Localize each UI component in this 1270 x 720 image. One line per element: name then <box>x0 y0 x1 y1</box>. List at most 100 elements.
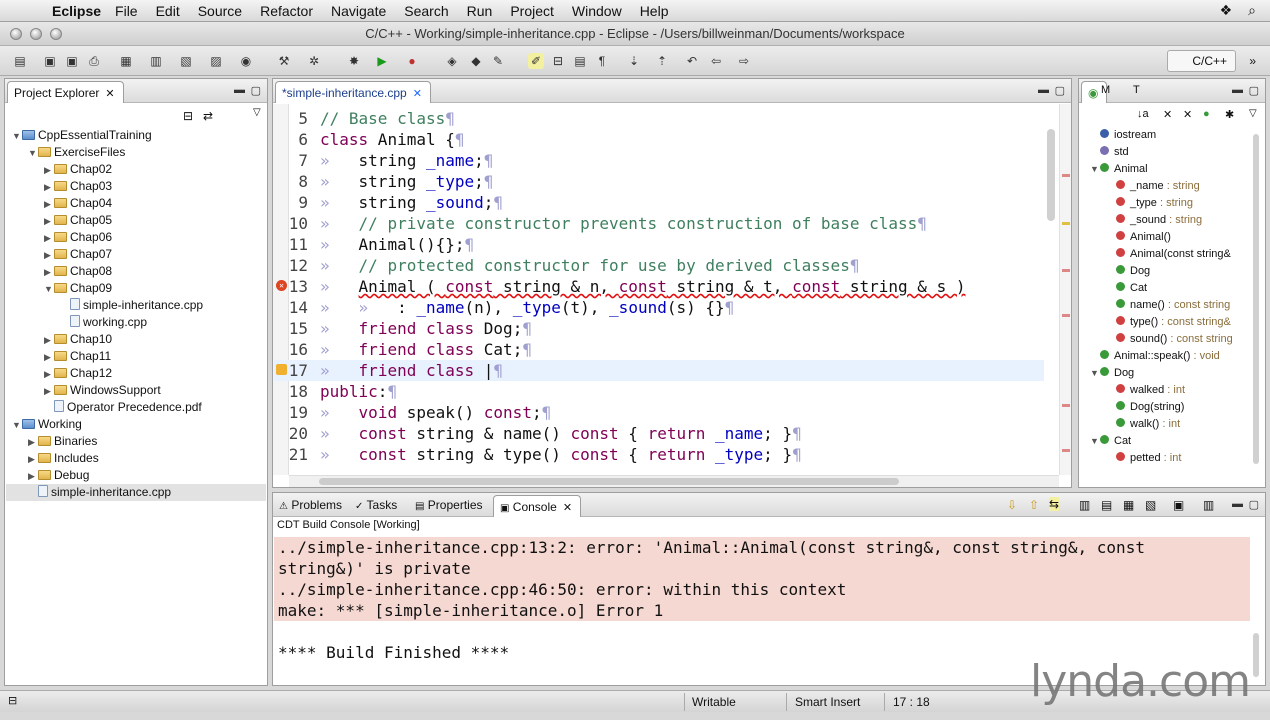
menu-project[interactable]: Project <box>510 3 554 19</box>
outline-item[interactable]: petted : int <box>1106 450 1181 467</box>
show-whitespace-icon[interactable]: ¶ <box>594 53 610 69</box>
outline-item[interactable]: _sound : string <box>1106 212 1202 229</box>
maximize-icon[interactable]: ▢ <box>251 84 261 97</box>
menu-run[interactable]: Run <box>467 3 493 19</box>
sort-icon[interactable]: ↓a <box>1137 108 1149 120</box>
back-icon[interactable]: ⇦ <box>708 53 724 69</box>
editor-vscrollbar[interactable] <box>1047 129 1055 221</box>
tree-item[interactable]: ▶ Chap12 <box>44 365 112 382</box>
chevron-right-icon[interactable]: ▶ <box>44 179 54 196</box>
open-console-icon[interactable]: ▥ <box>1203 498 1214 512</box>
warning-marker[interactable] <box>1062 222 1070 225</box>
maximize-icon[interactable]: ▢ <box>1249 84 1259 97</box>
forward-icon[interactable]: ⇨ <box>736 53 752 69</box>
chevron-down-icon[interactable]: ▼ <box>12 417 22 434</box>
app-menu[interactable]: Eclipse <box>52 3 101 19</box>
outline-item[interactable]: Cat <box>1106 280 1147 297</box>
display-console-icon[interactable]: ▣ <box>1173 498 1184 512</box>
error-icon[interactable]: ✕ <box>276 280 287 291</box>
hscroll-thumb[interactable] <box>319 478 899 485</box>
next-annotation-icon[interactable]: ⇣ <box>626 53 642 69</box>
outline-scrollbar[interactable] <box>1253 134 1259 464</box>
save-all-icon[interactable]: ▣ <box>64 53 80 69</box>
new-folder-icon[interactable]: ▧ <box>178 53 194 69</box>
link-editor-icon[interactable]: ⇄ <box>203 109 213 123</box>
outline-item[interactable]: ▼ Cat <box>1090 433 1131 450</box>
print-icon[interactable]: ⎙ <box>86 53 102 69</box>
save-icon[interactable]: ▣ <box>42 53 58 69</box>
tree-item[interactable]: working.cpp <box>60 314 147 331</box>
outline-item[interactable]: iostream <box>1090 127 1156 144</box>
tab-make-targets[interactable]: M <box>1101 84 1110 96</box>
code-line[interactable]: 9 » string _sound;¶ <box>274 192 1044 213</box>
scroll-up-icon[interactable]: ⇧ <box>1029 498 1039 512</box>
chevron-down-icon[interactable]: ▼ <box>1090 365 1100 382</box>
menu-search[interactable]: Search <box>404 3 448 19</box>
code-line[interactable]: 18 public:¶ <box>274 381 1044 402</box>
maximize-icon[interactable]: ▢ <box>1055 84 1065 97</box>
debug-icon[interactable]: ✸ <box>346 53 362 69</box>
chevron-down-icon[interactable]: ▼ <box>28 145 38 162</box>
menu-help[interactable]: Help <box>640 3 669 19</box>
code-line[interactable]: 11 » Animal(){};¶ <box>274 234 1044 255</box>
outline-item[interactable]: Dog <box>1106 263 1150 280</box>
tree-item[interactable]: ▶ Chap07 <box>44 246 112 263</box>
hide-static-icon[interactable]: ✕ <box>1183 108 1192 121</box>
tree-item[interactable]: Operator Precedence.pdf <box>44 399 202 416</box>
code-line[interactable]: 21 » const string & type() const { return… <box>274 444 1044 465</box>
code-line[interactable]: 14 » » : _name(n), _type(t), _sound(s) {}… <box>274 297 1044 318</box>
code-line[interactable]: ✕ 13» Animal ( const string & n, const st… <box>274 276 1044 297</box>
chevron-right-icon[interactable]: ▶ <box>28 434 38 451</box>
menu-edit[interactable]: Edit <box>156 3 180 19</box>
chevron-right-icon[interactable]: ▶ <box>44 264 54 281</box>
code-line[interactable]: 15 » friend class Dog;¶ <box>274 318 1044 339</box>
error-marker[interactable] <box>1062 174 1070 177</box>
chevron-right-icon[interactable]: ▶ <box>44 230 54 247</box>
build-icon[interactable]: ▦ <box>118 53 134 69</box>
tree-item[interactable]: ▶ Chap08 <box>44 263 112 280</box>
minimize-icon[interactable]: ▬ <box>1232 498 1243 510</box>
view-menu-icon[interactable]: ▽ <box>253 107 261 118</box>
outline-item[interactable]: walk() : int <box>1106 416 1180 433</box>
outline-item[interactable]: ▼ Animal <box>1090 161 1148 178</box>
clear-console-icon[interactable]: ▦ <box>1123 498 1134 512</box>
hide-fields-icon[interactable]: ✕ <box>1163 108 1172 121</box>
spotlight-icon[interactable]: ⌕ <box>1248 2 1256 19</box>
code-line[interactable]: 20 » const string & name() const { return… <box>274 423 1044 444</box>
collapse-all-icon[interactable]: ⊟ <box>183 109 193 123</box>
chevron-right-icon[interactable]: ▶ <box>44 332 54 349</box>
run-icon[interactable]: ▶ <box>374 53 390 69</box>
tab-properties[interactable]: ▤ Properties <box>415 498 483 512</box>
tree-item[interactable]: ▶ Chap03 <box>44 178 112 195</box>
outline-item[interactable]: ▼ Dog <box>1090 365 1134 382</box>
outline-item[interactable]: sound() : const string <box>1106 331 1233 348</box>
chevron-right-icon[interactable]: ▶ <box>44 162 54 179</box>
code-line[interactable]: 7 » string _name;¶ <box>274 150 1044 171</box>
editor-hscrollbar[interactable] <box>289 475 1059 487</box>
target-icon[interactable]: ✲ <box>306 53 322 69</box>
dropbox-icon[interactable]: ❖ <box>1220 2 1233 19</box>
tab-tasks[interactable]: ✓ Tasks <box>355 498 397 512</box>
minimize-icon[interactable]: ▬ <box>234 84 245 96</box>
outline-item[interactable]: Animal(const string& <box>1106 246 1231 263</box>
open-type-icon[interactable]: ◈ <box>444 53 460 69</box>
tree-item[interactable]: simple-inheritance.cpp <box>6 484 266 501</box>
tree-item[interactable]: ▶ Includes <box>28 450 99 467</box>
outline-item[interactable]: type() : const string& <box>1106 314 1231 331</box>
tree-item[interactable]: ▶ WindowsSupport <box>44 382 161 399</box>
chevron-right-icon[interactable]: ▶ <box>44 383 54 400</box>
tab-simple-inheritance[interactable]: *simple-inheritance.cpp ✕ <box>275 81 431 103</box>
minimize-icon[interactable]: ▬ <box>1232 84 1243 96</box>
chevron-down-icon[interactable]: ▼ <box>12 128 22 145</box>
tree-item[interactable]: ▶ Chap04 <box>44 195 112 212</box>
tree-item[interactable]: ▶ Chap06 <box>44 229 112 246</box>
chevron-right-icon[interactable]: ▶ <box>44 213 54 230</box>
chevron-right-icon[interactable]: ▶ <box>28 468 38 485</box>
word-wrap-icon[interactable]: ⇆ <box>1049 497 1060 511</box>
view-menu-icon[interactable]: ▽ <box>1249 108 1257 119</box>
tree-item[interactable]: ▶ Chap05 <box>44 212 112 229</box>
warning-icon[interactable] <box>276 364 287 375</box>
external-tools-icon[interactable]: ● <box>404 53 420 69</box>
error-marker[interactable] <box>1062 404 1070 407</box>
tree-item[interactable]: ▼ Chap09 <box>44 280 112 297</box>
